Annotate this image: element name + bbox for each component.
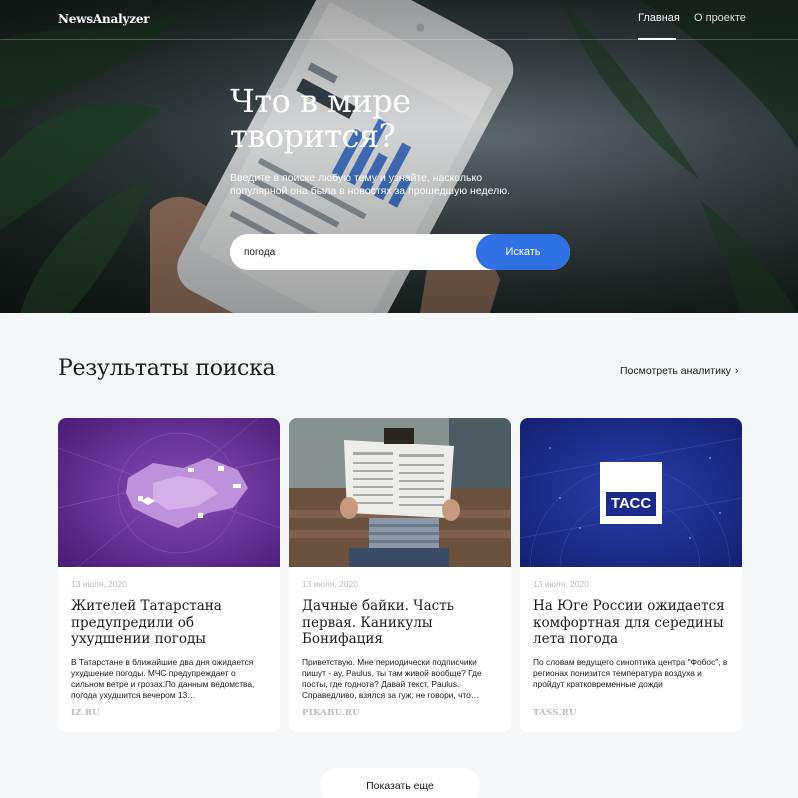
news-card[interactable]: 13 июля, 2020 Жителей Татарстана предупр…: [58, 418, 280, 732]
search-input[interactable]: [244, 244, 464, 260]
card-date: 13 июля, 2020: [302, 579, 358, 589]
search-form: Искать: [230, 234, 570, 270]
card-source: TASS.RU: [533, 708, 577, 718]
card-text: По словам ведущего синоптика центра "Фоб…: [533, 657, 728, 689]
nav-active-indicator: [638, 38, 676, 40]
card-text: Приветствую. Мне периодически подписчики…: [302, 657, 482, 700]
results-title: Результаты поиска: [58, 356, 276, 381]
logo[interactable]: NewsAnalyzer: [58, 12, 150, 26]
analytics-link[interactable]: Посмотреть аналитику ›: [620, 365, 739, 377]
search-button[interactable]: Искать: [476, 234, 570, 270]
nav-link-home[interactable]: Главная: [638, 12, 680, 24]
show-more-button[interactable]: Показать еще: [320, 768, 480, 798]
card-title: Дачные байки. Часть первая. Каникулы Бон…: [302, 598, 455, 647]
tass-logo-text: ТАСС: [610, 495, 652, 512]
card-date: 13 июля, 2020: [71, 579, 127, 589]
hero-section: NewsAnalyzer Главная О проекте Что в мир…: [0, 0, 798, 313]
news-card[interactable]: 13 июля, 2020 Дачные байки. Часть первая…: [289, 418, 511, 732]
analytics-link-label: Посмотреть аналитику: [620, 365, 731, 377]
card-image-russia-map: [58, 418, 280, 567]
card-date: 13 июля, 2020: [533, 579, 589, 589]
card-image-newspaper-reader: [289, 418, 511, 567]
news-card[interactable]: ТАСС 13 июля, 2020 На Юге России ожидает…: [520, 418, 742, 732]
chevron-right-icon: ›: [734, 365, 739, 377]
hero-subtitle: Введите в поиске любую тему и узнайте, н…: [230, 172, 510, 197]
card-text: В Татарстане в ближайшие два дня ожидает…: [71, 657, 255, 700]
card-title: На Юге России ожидается комфортная для с…: [533, 598, 725, 647]
nav-link-about[interactable]: О проекте: [694, 12, 746, 24]
top-navigation: NewsAnalyzer Главная О проекте: [0, 0, 798, 40]
card-source: PIKABU.RU: [302, 708, 360, 718]
hero-title: Что в мире творится?: [230, 82, 411, 155]
card-title: Жителей Татарстана предупредили об ухудш…: [71, 598, 222, 647]
card-source: IZ.RU: [71, 708, 100, 718]
